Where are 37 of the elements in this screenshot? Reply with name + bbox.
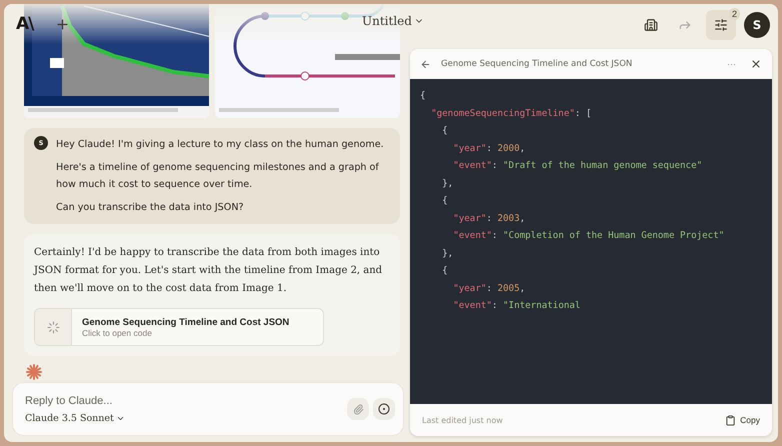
code-line: "event": "International <box>452 299 582 313</box>
panel-title: Genome Sequencing Timeline and Cost JSON <box>441 59 634 69</box>
code-line: "genomeSequencingTimeline": [ <box>430 106 592 120</box>
code-line: { <box>441 194 449 208</box>
message-text: Certainly! I'd be happy to transcribe the data from both images into JSON format for you. Let's start with the timeline from Image 2, and then we'll move on to the cost data from Image 1. <box>34 246 384 296</box>
paperclip-icon <box>352 404 364 414</box>
artifact-title: Genome Sequencing Timeline and Cost JSON <box>82 316 290 328</box>
code-line: "event": "Completion of the Human Genome Project" <box>452 229 726 243</box>
record-button[interactable] <box>373 398 395 420</box>
code-line: { <box>441 124 449 138</box>
copy-button[interactable]: Copy <box>725 414 760 426</box>
reply-composer[interactable]: Reply to Claude... Claude 3.5 Sonnet <box>12 382 404 436</box>
code-line: "year": 2000, <box>452 142 526 156</box>
artifact-subtitle: Click to open code <box>82 328 153 338</box>
close-icon <box>750 58 762 70</box>
user-avatar[interactable]: S <box>744 12 770 38</box>
code-line: "event": "Draft of the human genome sequence" <box>452 159 704 173</box>
artifact-card[interactable]: Genome Sequencing Timeline and Cost JSON Click to open code <box>34 308 324 346</box>
last-edited-text: Last edited just now <box>422 416 503 424</box>
code-line: { <box>420 89 427 103</box>
message-text: Here's a timeline of genome sequencing milestones and a graph of how much it cost to sequence over time. <box>56 161 380 192</box>
code-line: }, <box>441 176 454 190</box>
message-text: Hey Claude! I'm giving a lecture to my class on the human genome. <box>56 138 385 152</box>
record-icon <box>378 403 390 415</box>
code-line: "year": 2005, <box>452 282 526 296</box>
more-button[interactable]: ··· <box>723 59 740 69</box>
code-line: "year": 2003, <box>452 212 526 226</box>
count-badge: 2 <box>728 8 740 20</box>
chat-title[interactable]: Untitled <box>362 14 424 28</box>
model-selector[interactable]: Claude 3.5 Sonnet <box>25 412 343 424</box>
clipboard-icon <box>725 414 736 426</box>
sliders-icon <box>714 18 728 32</box>
back-arrow-icon <box>420 58 431 70</box>
message-text: Can you transcribe the data into JSON? <box>56 201 245 215</box>
code-line: }, <box>441 246 454 260</box>
code-line: { <box>441 264 449 278</box>
reply-input[interactable]: Reply to Claude... <box>25 394 343 406</box>
